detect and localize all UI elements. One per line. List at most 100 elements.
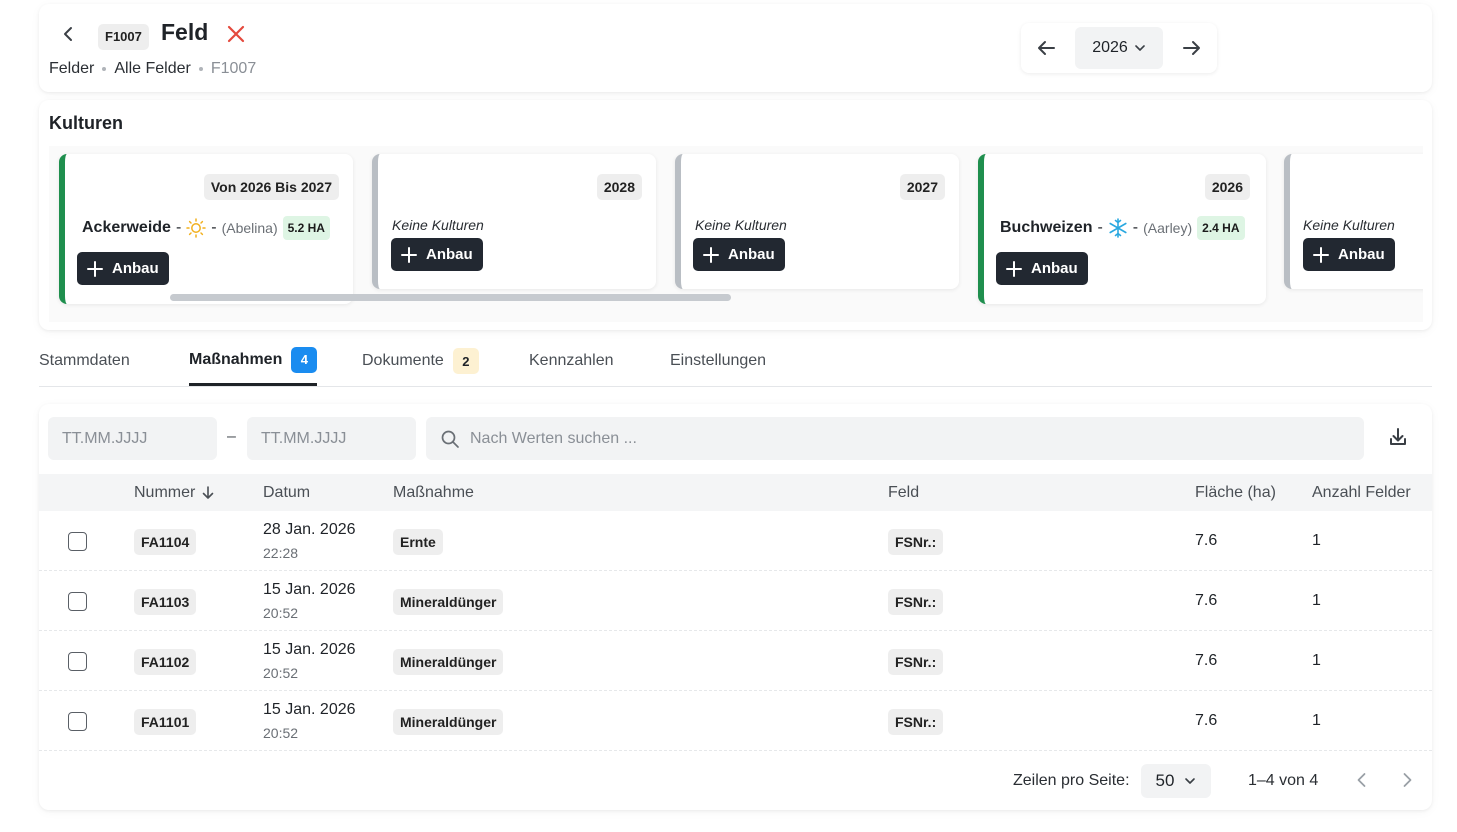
date-from-input[interactable] [48,417,217,460]
previous-year-button[interactable] [1035,37,1057,59]
page-title: Feld [161,19,209,45]
season-year-badge: 2028 [596,174,642,200]
anbau-button[interactable]: Anbau [693,238,785,271]
no-crops-text: Keine Kulturen [1303,217,1395,233]
table-row[interactable]: FA1101 15 Jan. 2026 20:52 Mineraldünger … [39,691,1432,751]
anbau-button[interactable]: Anbau [996,252,1088,285]
rows-per-page-select[interactable]: 50 [1141,764,1211,798]
flaeche-value: 7.6 [1195,592,1218,609]
column-header-anzahl-felder[interactable]: Anzahl Felder [1312,474,1411,511]
crop-variety: (Abelina) [221,220,278,236]
search-icon [441,430,459,448]
next-year-button[interactable] [1181,37,1203,59]
tab-dokumente[interactable]: Dokumente 2 [362,336,479,386]
tab-massnahmen[interactable]: Maßnahmen 4 [189,336,318,386]
row-date: 28 Jan. 2026 [263,521,356,538]
chevron-right-icon [1403,773,1412,787]
flaeche-value: 7.6 [1195,532,1218,549]
column-header-feld[interactable]: Feld [888,474,919,511]
massnahme-number: FA1104 [134,529,197,555]
close-button[interactable] [225,23,247,45]
tab-einstellungen[interactable]: Einstellungen [670,336,766,386]
crop-name: Ackerweide [82,219,171,236]
massnahme-type: Mineraldünger [393,589,504,615]
crop-area-badge: 2.4 HA [1197,216,1245,240]
plus-icon [1313,246,1329,263]
table-row[interactable]: FA1104 28 Jan. 2026 22:28 Ernte FSNr.: 7… [39,511,1432,571]
sun-icon [186,218,207,238]
massnahme-number: FA1102 [134,649,197,675]
column-header-massnahme[interactable]: Maßnahme [393,474,474,511]
feld-value: FSNr.: [888,709,944,735]
sort-descending-icon [203,485,214,499]
breadcrumb-item-felder[interactable]: Felder [49,60,94,78]
chevron-left-icon [64,27,72,41]
tab-label: Stammdaten [39,352,130,369]
plus-icon [401,246,417,263]
row-time: 20:52 [263,665,299,681]
table-header: Nummer Datum Maßnahme Feld Fläche (ha) A… [39,474,1432,511]
column-header-label: Nummer [134,483,196,501]
breadcrumb-separator [198,67,203,71]
anbau-button-label: Anbau [112,260,159,277]
table-pagination: Zeilen pro Seite: 50 1–4 von 4 [39,754,1432,810]
season-year-badge: 2026 [1204,174,1250,200]
tab-label: Dokumente [362,352,444,369]
tab-bar: Stammdaten Maßnahmen 4 Dokumente 2 Kennz… [39,336,1432,387]
plus-icon [703,246,719,263]
massnahme-number: FA1101 [134,709,197,735]
season-card-2028: 2028 Keine Kulturen Anbau [372,154,656,289]
breadcrumb-item-current: F1007 [210,60,257,77]
date-to-input[interactable] [247,417,416,460]
crop-line: Buchweizen - - (Aarley) 2.4 HA [1000,216,1245,240]
row-checkbox[interactable] [68,712,87,731]
kulturen-section: Kulturen Von 2026 Bis 2027 Ackerweide - … [39,100,1432,330]
anbau-button-label: Anbau [426,246,473,263]
kulturen-carousel[interactable]: Von 2026 Bis 2027 Ackerweide - - (Abelin… [49,146,1423,322]
year-select[interactable]: 2026 [1075,27,1163,69]
season-year-badge: 2027 [899,174,945,200]
row-checkbox[interactable] [68,592,87,611]
table-row[interactable]: FA1102 15 Jan. 2026 20:52 Mineraldünger … [39,631,1432,691]
previous-page-button[interactable] [1352,770,1372,790]
tab-kennzahlen[interactable]: Kennzahlen [529,336,614,386]
breadcrumb: Felder Alle Felder F1007 [49,60,256,78]
massnahme-type: Mineraldünger [393,709,504,735]
feld-value: FSNr.: [888,589,944,615]
arrow-right-icon [1183,41,1200,55]
column-header-flaeche[interactable]: Fläche (ha) [1195,474,1276,511]
next-page-button[interactable] [1397,770,1417,790]
close-icon [227,25,245,43]
anzahl-felder-value: 1 [1312,652,1321,669]
row-checkbox[interactable] [68,652,87,671]
download-icon [1390,428,1406,445]
crop-area-badge: 5.2 HA [282,216,330,240]
tab-stammdaten[interactable]: Stammdaten [39,336,130,386]
season-card-2027: 2027 Keine Kulturen Anbau [675,154,959,289]
anbau-button[interactable]: Anbau [77,252,169,285]
tab-label: Maßnahmen [189,350,283,368]
back-button[interactable] [57,22,81,46]
column-header-nummer[interactable]: Nummer [134,474,215,511]
massnahme-type: Mineraldünger [393,649,504,675]
search-input[interactable] [470,417,1350,460]
plus-icon [87,260,103,277]
year-navigator: 2026 [1021,23,1217,73]
no-crops-text: Keine Kulturen [695,217,787,233]
row-date: 15 Jan. 2026 [263,641,356,658]
table-row[interactable]: FA1103 15 Jan. 2026 20:52 Mineraldünger … [39,571,1432,631]
horizontal-scrollbar[interactable] [170,294,731,301]
feld-value: FSNr.: [888,649,944,675]
export-button[interactable] [1388,427,1410,449]
season-year-badge: Von 2026 Bis 2027 [203,174,339,200]
anbau-button[interactable]: Anbau [1303,238,1395,271]
column-header-datum[interactable]: Datum [263,474,310,511]
row-checkbox[interactable] [68,532,87,551]
breadcrumb-item-alle-felder[interactable]: Alle Felder [114,60,190,78]
snowflake-icon [1109,218,1127,238]
pagination-range: 1–4 von 4 [1248,772,1319,789]
anbau-button[interactable]: Anbau [391,238,483,271]
chevron-down-icon [1134,45,1145,51]
rows-per-page-label: Zeilen pro Seite: [1013,772,1130,789]
massnahmen-table-card: – Nummer Datum Maßnahme Feld Fläche (ha)… [39,404,1432,810]
